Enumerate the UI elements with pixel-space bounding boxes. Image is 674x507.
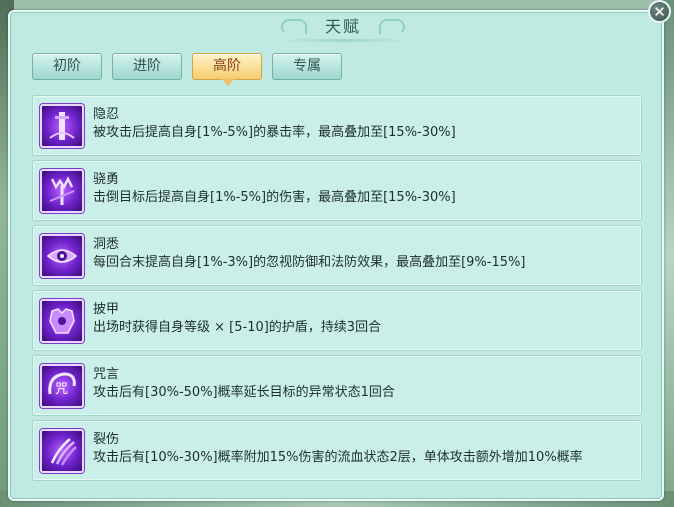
talent-row[interactable]: 裂伤 攻击后有[10%-30%]概率附加15%伤害的流血状态2层，单体攻击额外增… [32, 420, 642, 481]
talent-row[interactable]: 骁勇 击倒目标后提高自身[1%-5%]的伤害，最高叠加至[15%-30%] [32, 160, 642, 221]
talent-name: 隐忍 [93, 107, 120, 122]
talent-description: 每回合末提高自身[1%-3%]的忽视防御和法防效果，最高叠加至[9%-15%] [93, 255, 526, 270]
talent-description: 被攻击后提高自身[1%-5%]的暴击率，最高叠加至[15%-30%] [93, 125, 456, 140]
talent-row[interactable]: 洞悉 每回合末提高自身[1%-3%]的忽视防御和法防效果，最高叠加至[9%-15… [32, 225, 642, 286]
talent-description: 出场时获得自身等级 × [5-10]的护盾，持续3回合 [93, 320, 382, 335]
talent-row[interactable]: 隐忍 被攻击后提高自身[1%-5%]的暴击率，最高叠加至[15%-30%] [32, 95, 642, 156]
talent-description: 攻击后有[30%-50%]概率延长目标的异常状态1回合 [93, 385, 395, 400]
claw-slash-icon [40, 429, 84, 473]
eye-icon [40, 234, 84, 278]
talent-name: 洞悉 [93, 237, 120, 252]
talent-row[interactable]: 披甲 出场时获得自身等级 × [5-10]的护盾，持续3回合 [32, 290, 642, 351]
background-top [0, 0, 674, 10]
talent-row[interactable]: 咒 咒言 攻击后有[30%-50%]概率延长目标的异常状态1回合 [32, 355, 642, 416]
tab-basic[interactable]: 初阶 [32, 53, 102, 80]
talent-name: 裂伤 [93, 432, 120, 447]
tab-high[interactable]: 高阶 [192, 53, 262, 86]
title-underline [280, 39, 408, 42]
talent-name: 披甲 [93, 302, 120, 317]
close-button[interactable]: ✕ [648, 0, 671, 23]
tab-exclusive[interactable]: 专属 [272, 53, 342, 80]
curse-swirl-icon: 咒 [40, 364, 84, 408]
talent-description: 攻击后有[10%-30%]概率附加15%伤害的流血状态2层，单体攻击额外增加10… [93, 450, 583, 465]
armor-icon [40, 299, 84, 343]
talent-panel: 天赋 初阶 进阶 高阶 专属 隐忍 被攻击后提高自身[1%-5%]的暴击率，最高… [8, 10, 664, 501]
trident-icon [40, 169, 84, 213]
title-plate: 天赋 [275, 12, 411, 36]
pillar-light-icon [40, 104, 84, 148]
talent-name: 骁勇 [93, 172, 120, 187]
swirl-ornament-right-icon [379, 19, 405, 35]
talent-description: 击倒目标后提高自身[1%-5%]的伤害，最高叠加至[15%-30%] [93, 190, 456, 205]
tab-advanced[interactable]: 进阶 [112, 53, 182, 80]
svg-text:咒: 咒 [55, 382, 68, 397]
talent-name: 咒言 [93, 367, 120, 382]
